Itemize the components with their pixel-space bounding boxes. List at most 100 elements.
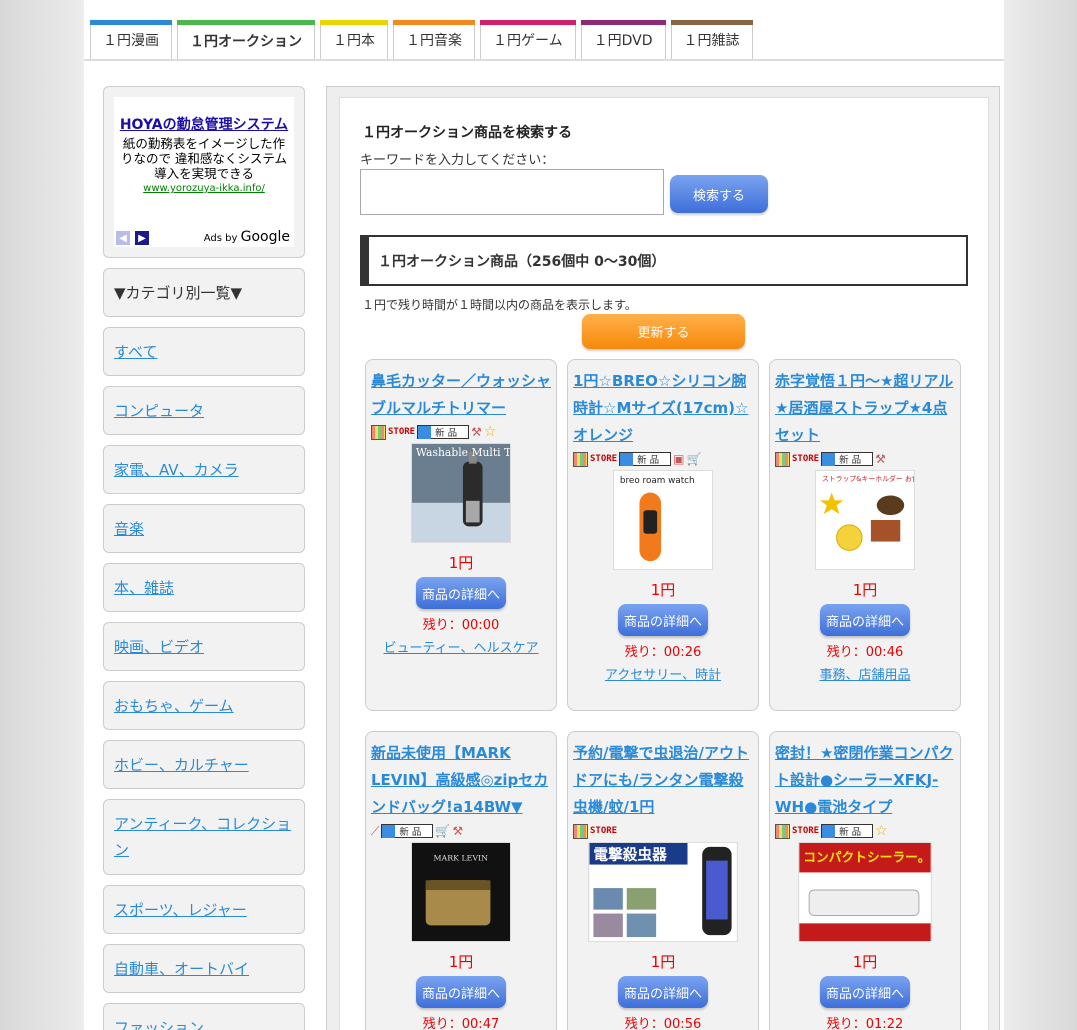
product-detail-button[interactable]: 商品の詳細へ: [820, 604, 910, 636]
new-badge-label: 新品: [435, 428, 461, 439]
tab-manga[interactable]: １円漫画: [90, 20, 172, 59]
time-remaining: 残り：00:26: [624, 645, 702, 660]
auction-hammer-icon: ⚒: [452, 824, 464, 838]
category-auto[interactable]: 自動車、オートバイ: [103, 944, 305, 993]
product-title-link[interactable]: 密封！★密閉作業コンパクト設計●シーラーXFKJ-WH●電池タイプ: [775, 740, 955, 821]
ad-prev-icon[interactable]: ◀: [116, 231, 130, 245]
results-note: １円で残り時間が１時間以内の商品を表示します。: [362, 298, 637, 312]
product-thumbnail-sealer[interactable]: コンパクトシーラー。: [798, 842, 932, 942]
time-remaining: 残り：00:00: [422, 618, 500, 633]
product-price: 1円: [650, 581, 676, 599]
category-antique[interactable]: アンティーク、コレクション: [103, 799, 305, 875]
product-price: 1円: [448, 953, 474, 971]
thumb-label: Washable Multi Trimmer: [416, 446, 511, 459]
thumb-label: ストラップ&キーホルダー お食事セット: [822, 474, 915, 483]
new-badge: 新品: [619, 452, 672, 466]
thumb-label: MARK LEVIN: [434, 854, 489, 863]
category-music[interactable]: 音楽: [103, 504, 305, 553]
tab-music[interactable]: １円音楽: [393, 20, 475, 59]
product-thumbnail-trimmer[interactable]: Washable Multi Trimmer: [411, 443, 553, 543]
product-detail-button[interactable]: 商品の詳細へ: [618, 976, 708, 1008]
time-remaining: 残り：01:22: [826, 1017, 904, 1030]
new-badge: 新品: [417, 425, 470, 439]
ad-content: HOYAの勤怠管理システム 紙の勤務表をイメージした作りなので 違和感なくシステ…: [114, 97, 294, 247]
ad-title-link[interactable]: HOYAの勤怠管理システム: [114, 97, 294, 133]
product-detail-button[interactable]: 商品の詳細へ: [416, 976, 506, 1008]
thumb-label: 電撃殺虫器: [593, 846, 667, 864]
product-card: 1円☆BREO☆シリコン腕時計☆Mサイズ(17cm)☆オレンジ STORE 新品…: [567, 359, 759, 711]
new-badge: 新品: [821, 824, 874, 838]
product-detail-button[interactable]: 商品の詳細へ: [618, 604, 708, 636]
refresh-button[interactable]: 更新する: [582, 314, 745, 349]
product-thumbnail-watch[interactable]: breo roam watch: [613, 470, 713, 570]
ad-box: HOYAの勤怠管理システム 紙の勤務表をイメージした作りなので 違和感なくシステ…: [103, 86, 305, 258]
product-category-link[interactable]: アクセサリー、時計: [573, 664, 753, 683]
category-movies[interactable]: 映画、ビデオ: [103, 622, 305, 671]
product-thumbnail-strap[interactable]: ストラップ&キーホルダー お食事セット: [815, 470, 946, 570]
category-electronics[interactable]: 家電、AV、カメラ: [103, 445, 305, 494]
product-price: 1円: [650, 953, 676, 971]
category-computer[interactable]: コンピュータ: [103, 386, 305, 435]
product-thumbnail-bag[interactable]: MARK LEVIN: [411, 842, 511, 942]
store-badge: STORE: [792, 826, 820, 836]
new-square-icon: [382, 824, 396, 838]
cart-icon: 🛒: [435, 824, 451, 838]
category-hobby[interactable]: ホビー、カルチャー: [103, 740, 305, 789]
product-detail-button[interactable]: 商品の詳細へ: [820, 976, 910, 1008]
main-content: １円オークション商品を検索する キーワードを入力してください： 検索する １円オ…: [339, 97, 989, 1030]
store-grid-icon: [573, 823, 588, 839]
new-square-icon: [822, 452, 836, 466]
search-title: １円オークション商品を検索する: [362, 125, 572, 141]
main-panel: １円オークション商品を検索する キーワードを入力してください： 検索する １円オ…: [326, 86, 1000, 1030]
product-price: 1円: [448, 554, 474, 572]
store-badge: STORE: [792, 454, 820, 464]
search-button[interactable]: 検索する: [670, 175, 768, 213]
auction-hammer-icon: ⚒: [875, 452, 886, 466]
ad-url-link[interactable]: www.yorozuya-ikka.info/: [114, 183, 294, 194]
results-header: １円オークション商品（256個中 0〜30個）: [360, 235, 968, 286]
product-badges: STORE: [573, 822, 753, 840]
ad-next-icon[interactable]: ▶: [135, 231, 149, 245]
new-badge-label: 新品: [399, 827, 425, 838]
category-books[interactable]: 本、雑誌: [103, 563, 305, 612]
auction-hammer-icon: ⚒: [471, 425, 482, 439]
product-card: 予約/電撃で虫退治/アウトドアにも/ランタン電撃殺虫機/蚊/1円 STORE 電…: [567, 731, 759, 1030]
product-badges: ⟋ 新品 🛒 ⚒: [371, 822, 551, 840]
product-card: 赤字覚悟１円〜★超リアル★居酒屋ストラップ★4点セット STORE 新品 ⚒ ス…: [769, 359, 961, 711]
product-detail-button[interactable]: 商品の詳細へ: [416, 577, 506, 609]
product-category-link[interactable]: 事務、店舗用品: [775, 664, 955, 683]
product-card: 鼻毛カッター／ウォッシャブルマルチトリマー STORE 新品 ⚒ ☆ Washa…: [365, 359, 557, 711]
time-remaining: 残り：00:47: [422, 1017, 500, 1030]
search-input[interactable]: [360, 169, 664, 215]
product-title-link[interactable]: 新品未使用【MARK LEVIN】高級感◎zipセカンドバッグ!a14BW▼: [371, 740, 551, 821]
product-badges: STORE 新品 ⚒: [775, 450, 955, 468]
product-category-link[interactable]: ビューティー、ヘルスケア: [371, 637, 551, 656]
store-grid-icon: [775, 823, 790, 839]
category-fashion[interactable]: ファッション: [103, 1003, 305, 1030]
tab-bar: １円漫画 １円オークション １円本 １円音楽 １円ゲーム １円DVD １円雑誌: [90, 20, 753, 61]
category-sports[interactable]: スポーツ、レジャー: [103, 885, 305, 934]
sidebar: HOYAの勤怠管理システム 紙の勤務表をイメージした作りなので 違和感なくシステ…: [103, 86, 305, 1030]
tab-dvd[interactable]: １円DVD: [580, 20, 666, 59]
new-badge: 新品: [821, 452, 874, 466]
category-toys[interactable]: おもちゃ、ゲーム: [103, 681, 305, 730]
product-title-link[interactable]: 鼻毛カッター／ウォッシャブルマルチトリマー: [371, 368, 551, 422]
product-title-link[interactable]: 赤字覚悟１円〜★超リアル★居酒屋ストラップ★4点セット: [775, 368, 955, 449]
new-square-icon: [620, 452, 634, 466]
box-icon: ▣: [673, 452, 685, 466]
product-thumbnail-bug-zapper[interactable]: 電撃殺虫器: [588, 842, 738, 942]
thumb-label: breo roam watch: [620, 476, 695, 486]
product-title-link[interactable]: 予約/電撃で虫退治/アウトドアにも/ランタン電撃殺虫機/蚊/1円: [573, 740, 753, 821]
category-all[interactable]: すべて: [103, 327, 305, 376]
product-title-link[interactable]: 1円☆BREO☆シリコン腕時計☆Mサイズ(17cm)☆オレンジ: [573, 368, 753, 449]
tab-games[interactable]: １円ゲーム: [480, 20, 576, 59]
product-price: 1円: [852, 581, 878, 599]
store-grid-icon: [573, 451, 588, 467]
new-badge-label: 新品: [839, 455, 865, 466]
ads-by-google[interactable]: Ads by Google: [204, 229, 290, 245]
tab-auction[interactable]: １円オークション: [177, 20, 315, 61]
time-remaining: 残り：00:56: [624, 1017, 702, 1030]
tab-books[interactable]: １円本: [320, 20, 388, 59]
tab-magazines[interactable]: １円雑誌: [670, 20, 753, 59]
new-badge: 新品: [381, 824, 434, 838]
